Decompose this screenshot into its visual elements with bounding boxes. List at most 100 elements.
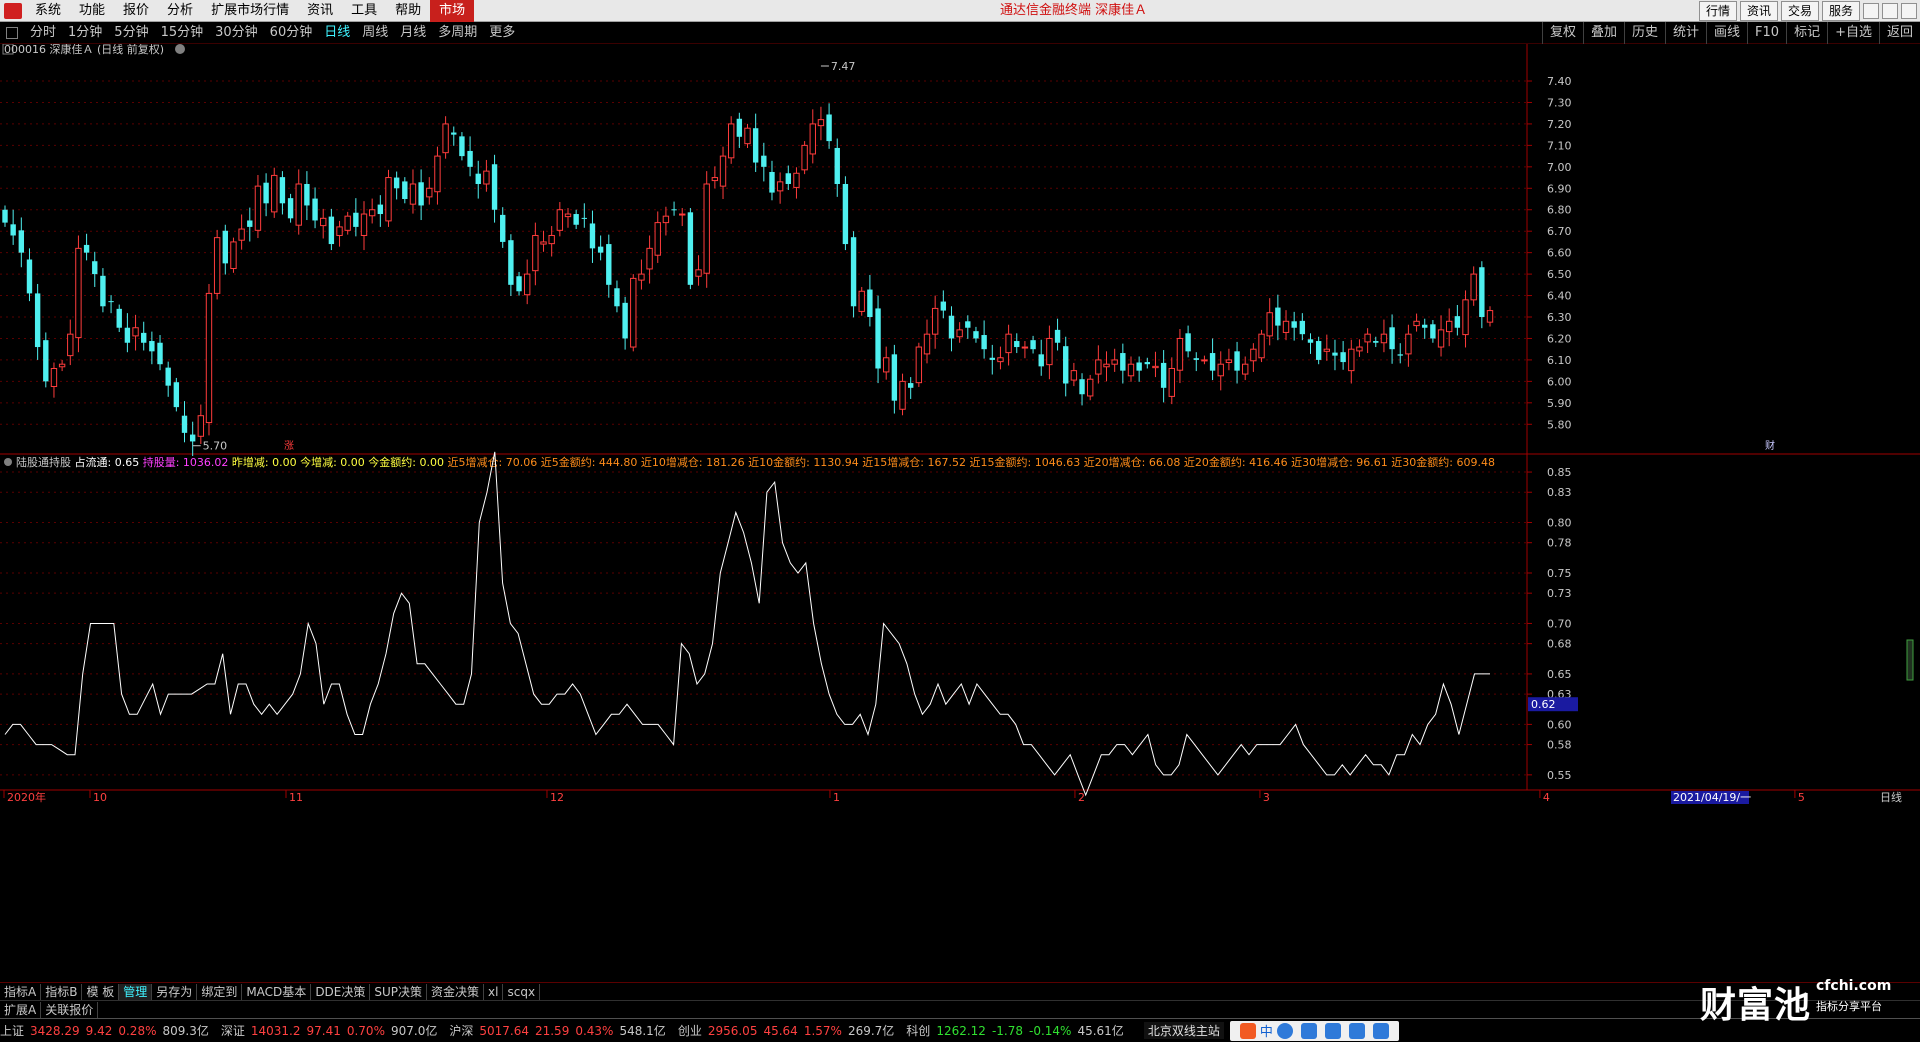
candle-body[interactable] (744, 127, 751, 145)
candle-body[interactable] (915, 346, 923, 384)
index-quote[interactable]: 创业 2956.05 45.64 1.57% 269.7亿 (678, 1022, 900, 1039)
candle-body[interactable] (875, 308, 881, 369)
candle-body[interactable] (687, 212, 694, 285)
candle-body[interactable] (1470, 273, 1477, 301)
indicator-tab[interactable]: MACD基本 (242, 983, 312, 1000)
candle-body[interactable] (1437, 329, 1445, 348)
indicator-tab[interactable]: 另存为 (152, 983, 198, 1000)
candle-body[interactable] (1021, 346, 1029, 349)
candle-body[interactable] (956, 329, 963, 338)
candle-body[interactable] (1217, 363, 1224, 377)
toolbar-button[interactable]: +自选 (1827, 22, 1879, 44)
candle-body[interactable] (254, 185, 262, 231)
candle-body[interactable] (1250, 348, 1257, 362)
candle-body[interactable] (459, 136, 465, 157)
candle-body[interactable] (1201, 359, 1208, 362)
toolbar-button[interactable]: 叠加 (1582, 22, 1624, 44)
candle-body[interactable] (891, 354, 898, 401)
candle-body[interactable] (793, 172, 800, 188)
candle-body[interactable] (785, 173, 791, 184)
candle-body[interactable] (157, 342, 163, 365)
candle-body[interactable] (1193, 358, 1199, 360)
candle-body[interactable] (1422, 324, 1428, 328)
indicator-tab[interactable]: 管理 (119, 983, 153, 1000)
candle-body[interactable] (989, 357, 995, 360)
candle-body[interactable] (973, 331, 979, 339)
minimize-icon[interactable] (1863, 3, 1879, 19)
candle-body[interactable] (614, 288, 620, 307)
candle-body[interactable] (981, 335, 987, 350)
indicator-menu-icon[interactable] (4, 458, 12, 466)
candle-body[interactable] (606, 244, 612, 285)
indicator-tab[interactable]: 模 板 (82, 983, 120, 1000)
candle-body[interactable] (67, 333, 74, 357)
period-tab[interactable]: 更多 (483, 22, 521, 44)
ime-tray[interactable]: 中 (1229, 1020, 1399, 1041)
candle-body[interactable] (75, 247, 82, 339)
candle-body[interactable] (34, 293, 41, 348)
candle-body[interactable] (1389, 327, 1395, 350)
candle-body[interactable] (1014, 341, 1020, 348)
candle-body[interactable] (907, 383, 914, 388)
candle-body[interactable] (1144, 362, 1151, 365)
candle-body[interactable] (1242, 363, 1249, 375)
skin-icon[interactable] (1348, 1022, 1365, 1039)
period-tab[interactable]: 月线 (394, 22, 432, 44)
candle-body[interactable] (353, 212, 359, 227)
indicator-tab[interactable]: xl (484, 983, 504, 1000)
candle-body[interactable] (931, 307, 939, 335)
candle-body[interactable] (434, 155, 441, 193)
candle-body[interactable] (516, 276, 522, 292)
toolbar-button[interactable]: 复权 (1541, 22, 1583, 44)
candle-body[interactable] (1430, 324, 1436, 339)
candle-body[interactable] (736, 118, 743, 137)
candle-body[interactable] (1136, 362, 1142, 371)
candle-body[interactable] (58, 363, 66, 368)
candle-body[interactable] (1275, 307, 1281, 326)
sub-tab[interactable]: 关联报价 (41, 1001, 99, 1018)
candle-body[interactable] (393, 177, 400, 189)
indicator-tab[interactable]: 绑定到 (197, 983, 243, 1000)
period-tab[interactable]: 1分钟 (62, 22, 108, 44)
candle-body[interactable] (1479, 267, 1485, 318)
candle-body[interactable] (344, 215, 351, 231)
period-tab[interactable]: 日线 (318, 22, 356, 44)
candle-body[interactable] (1120, 353, 1126, 371)
candle-body[interactable] (1127, 363, 1135, 377)
candle-body[interactable] (654, 222, 661, 256)
menu-item[interactable]: 帮助 (386, 0, 430, 22)
candle-body[interactable] (442, 123, 449, 154)
candle-body[interactable] (711, 177, 719, 182)
candle-body[interactable] (883, 357, 890, 373)
candle-body[interactable] (703, 183, 710, 274)
chevron-down-icon[interactable] (175, 44, 185, 54)
candle-body[interactable] (597, 246, 604, 253)
candle-body[interactable] (1176, 337, 1184, 371)
top-right-button[interactable]: 服务 (1821, 1, 1860, 21)
candle-body[interactable] (671, 209, 677, 211)
candle-body[interactable] (1103, 363, 1110, 368)
candle-body[interactable] (451, 132, 457, 135)
candle-body[interactable] (638, 273, 645, 281)
candle-body[interactable] (271, 174, 278, 213)
candle-body[interactable] (475, 173, 481, 184)
candle-body[interactable] (1397, 354, 1403, 356)
candle-body[interactable] (540, 241, 547, 245)
indicator-tab[interactable]: SUP决策 (370, 983, 428, 1000)
candle-body[interactable] (100, 275, 106, 307)
candle-body[interactable] (320, 217, 327, 227)
candle-body[interactable] (573, 214, 579, 225)
candle-body[interactable] (1364, 333, 1371, 343)
candle-body[interactable] (483, 170, 490, 185)
candle-body[interactable] (948, 315, 955, 339)
indicator-tab[interactable]: 指标B (41, 983, 83, 1000)
candle-body[interactable] (124, 327, 131, 343)
candle-body[interactable] (761, 155, 767, 167)
candle-body[interactable] (1454, 316, 1461, 328)
candle-body[interactable] (1340, 352, 1346, 363)
menu-item[interactable]: 报价 (114, 0, 158, 22)
menu-item[interactable]: 功能 (70, 0, 114, 22)
candle-body[interactable] (940, 301, 947, 311)
candle-body[interactable] (1063, 346, 1069, 384)
candle-body[interactable] (1185, 333, 1191, 352)
